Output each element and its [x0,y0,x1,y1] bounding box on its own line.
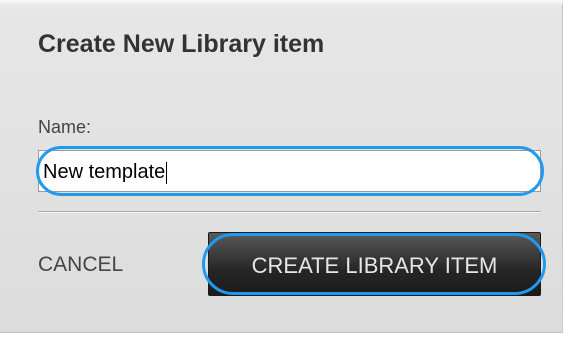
create-library-item-dialog: Create New Library item Name: New templa… [0,0,563,333]
name-input-value: New template [43,161,168,184]
cancel-button[interactable]: CANCEL [38,253,123,277]
dialog-top-shade [0,0,563,6]
dialog-title: Create New Library item [38,30,325,58]
name-input[interactable]: New template [38,150,541,192]
create-library-item-label: CREATE LIBRARY ITEM [251,253,498,278]
name-label: Name: [38,117,92,137]
create-library-item-button[interactable]: CREATE LIBRARY ITEM [208,232,541,296]
name-input-text: New template [43,161,166,183]
divider [38,211,541,213]
text-caret [166,161,168,184]
name-field-container: New template [36,146,546,198]
